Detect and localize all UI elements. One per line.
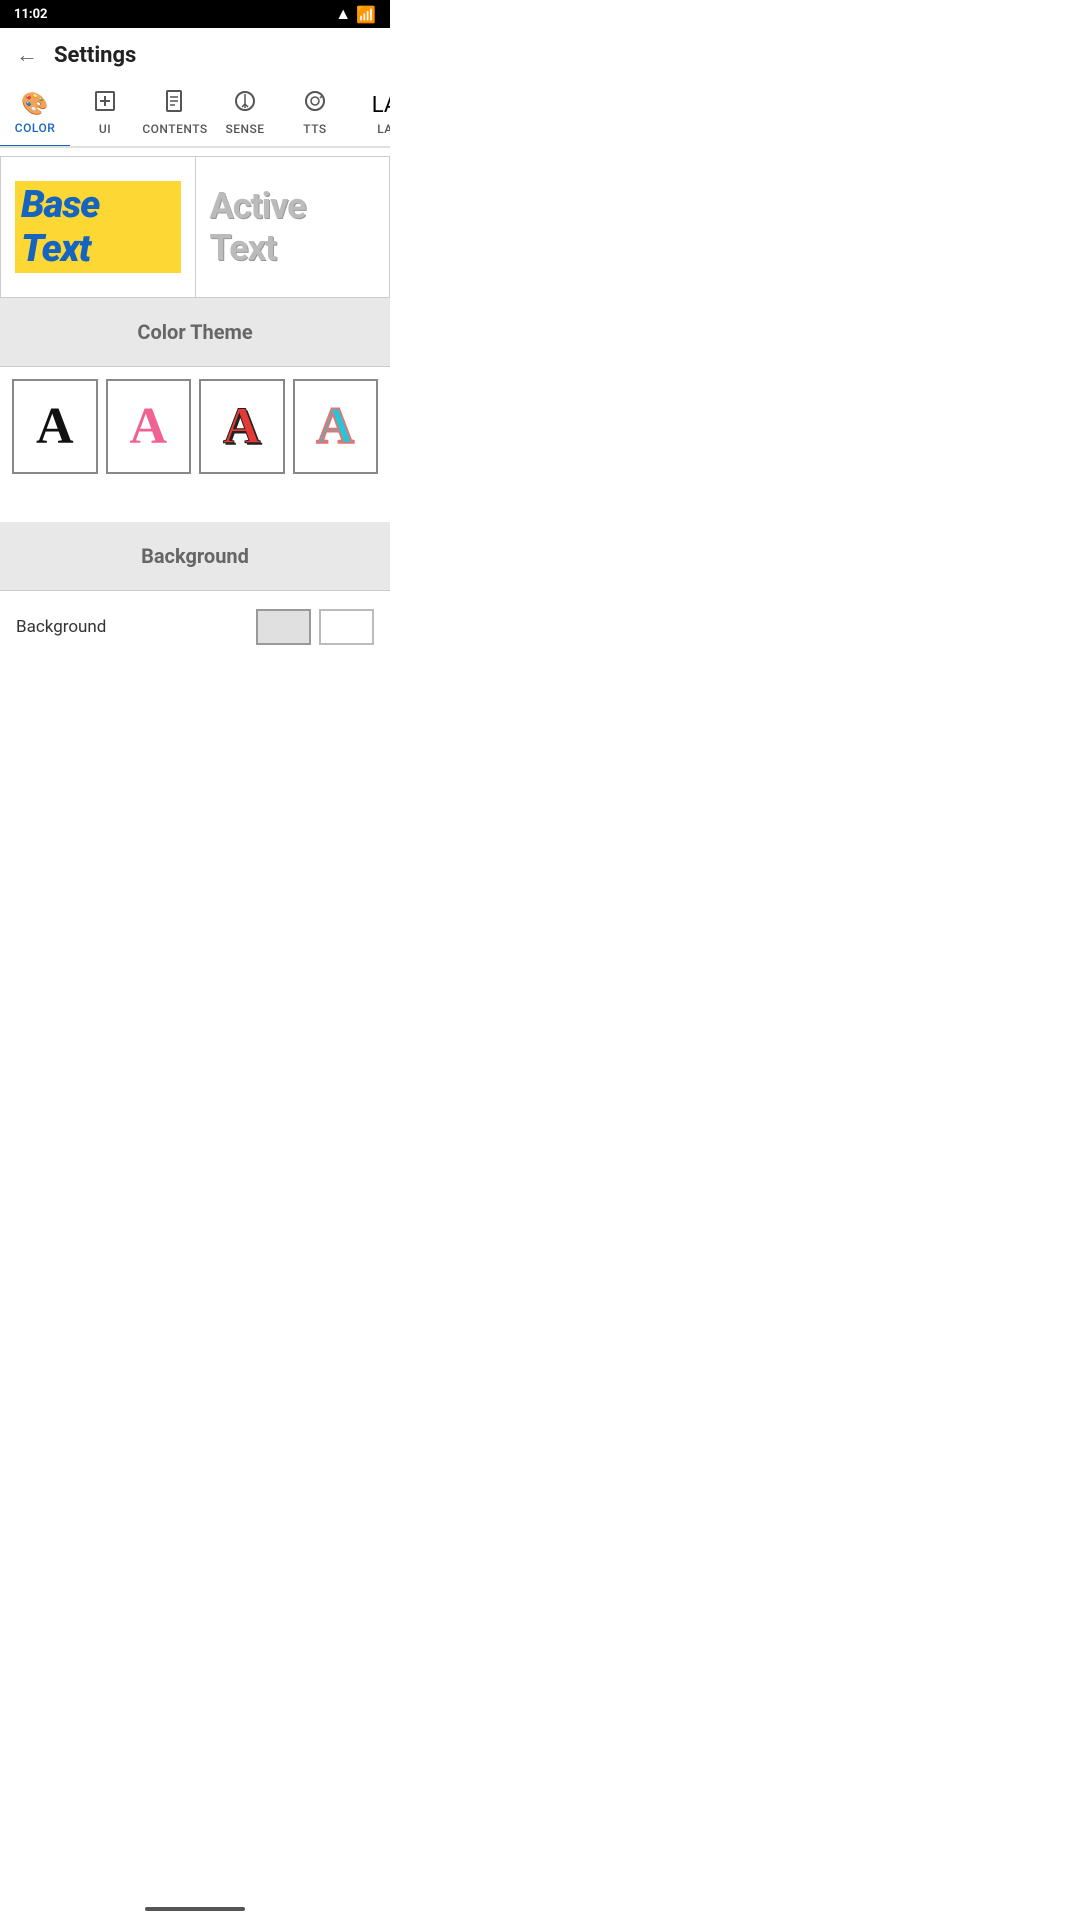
color-theme-title: Color Theme — [137, 320, 252, 344]
theme-a-teal-outline-label: A — [316, 397, 354, 456]
tab-contents[interactable]: CONTENTS — [140, 82, 210, 146]
background-section-header: Background — [0, 522, 390, 590]
contents-tab-icon — [164, 90, 186, 118]
spacer — [0, 486, 390, 522]
la-tab-icon: LA — [372, 93, 390, 118]
bottom-indicator — [145, 1907, 245, 1911]
tab-color[interactable]: 🎨 COLOR — [0, 84, 70, 148]
color-theme-section-header: Color Theme — [0, 298, 390, 366]
tab-la[interactable]: LA LA — [350, 85, 390, 146]
tab-tts[interactable]: TTS — [280, 82, 350, 146]
sense-tab-icon — [234, 90, 256, 118]
status-time: 11:02 — [14, 7, 48, 22]
wifi-icon: ▲ — [335, 4, 351, 24]
preview-area: Base Text Active Text — [0, 156, 390, 298]
status-icons: ▲ 📶 — [335, 4, 376, 24]
contents-tab-label: CONTENTS — [142, 122, 207, 136]
status-bar: 11:02 ▲ 📶 — [0, 0, 390, 28]
la-tab-label: LA — [377, 122, 390, 136]
theme-a-pink-label: A — [129, 397, 167, 456]
ui-tab-label: UI — [99, 122, 111, 136]
background-title: Background — [141, 544, 249, 568]
bottom-bar — [0, 1898, 390, 1920]
tts-tab-icon — [304, 90, 326, 118]
tab-ui[interactable]: UI — [70, 82, 140, 146]
sense-tab-label: SENSE — [225, 122, 264, 136]
ui-tab-icon — [94, 90, 116, 118]
color-tab-icon: 🎨 — [21, 92, 48, 117]
background-swatches — [256, 609, 374, 645]
background-row-label: Background — [16, 617, 106, 637]
tab-sense[interactable]: SENSE — [210, 82, 280, 146]
theme-option-pink[interactable]: A — [106, 379, 192, 474]
color-tab-label: COLOR — [15, 121, 56, 135]
theme-a-red-shadow-label: A — [223, 397, 261, 456]
swatch-gray[interactable] — [256, 609, 311, 645]
background-row: Background — [0, 591, 390, 663]
tab-bar: 🎨 COLOR UI CONTENTS SENSE TTS LA LA — [0, 82, 390, 148]
preview-active: Active Text — [196, 157, 390, 297]
preview-base: Base Text — [1, 157, 196, 297]
page-title: Settings — [54, 43, 136, 68]
theme-option-teal-outline[interactable]: A — [293, 379, 379, 474]
back-button[interactable]: ← — [16, 42, 38, 68]
theme-option-black[interactable]: A — [12, 379, 98, 474]
signal-icon: 📶 — [356, 5, 376, 24]
base-text-label: Base Text — [15, 181, 181, 273]
active-text-label: Active Text — [210, 185, 376, 269]
theme-a-black-label: A — [36, 397, 74, 456]
theme-option-red-shadow[interactable]: A — [199, 379, 285, 474]
theme-options: A A A A — [0, 367, 390, 486]
swatch-white[interactable] — [319, 609, 374, 645]
tts-tab-label: TTS — [303, 122, 326, 136]
header: ← Settings — [0, 28, 390, 82]
